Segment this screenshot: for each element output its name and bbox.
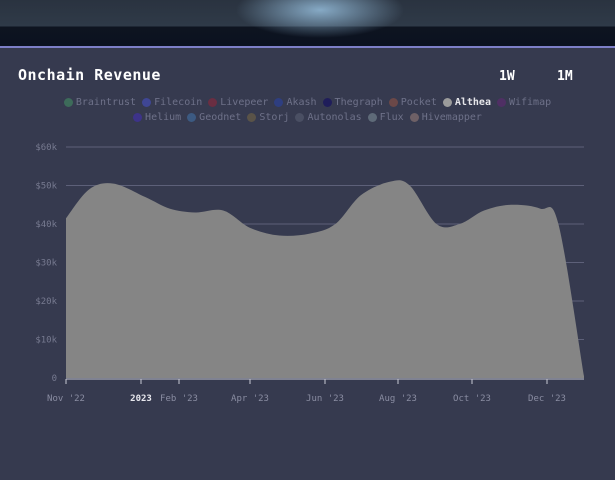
x-tick-label: Nov '22 xyxy=(47,394,85,404)
x-tick-label: Apr '23 xyxy=(231,394,269,404)
x-tick-label: Jun '23 xyxy=(306,394,344,404)
x-tick-label: Aug '23 xyxy=(379,394,417,404)
y-tick-label: 0 xyxy=(52,374,57,384)
area-series-althea xyxy=(66,180,584,378)
y-tick-label: $30k xyxy=(35,259,57,269)
y-tick-label: $20k xyxy=(35,297,57,307)
y-tick-label: $40k xyxy=(35,220,57,230)
x-tick-label: Oct '23 xyxy=(453,394,491,404)
y-tick-label: $10k xyxy=(35,336,57,346)
revenue-chart: 0 $10k $20k $30k $40k $50k $60k Nov '22 2023 Feb … xyxy=(35,143,584,404)
x-tick-label: Dec '23 xyxy=(528,394,566,404)
y-tick-label: $60k xyxy=(35,143,57,153)
x-tick-label: Feb '23 xyxy=(160,394,198,404)
y-tick-label: $50k xyxy=(35,182,57,192)
x-tick-label: 2023 xyxy=(130,394,152,404)
